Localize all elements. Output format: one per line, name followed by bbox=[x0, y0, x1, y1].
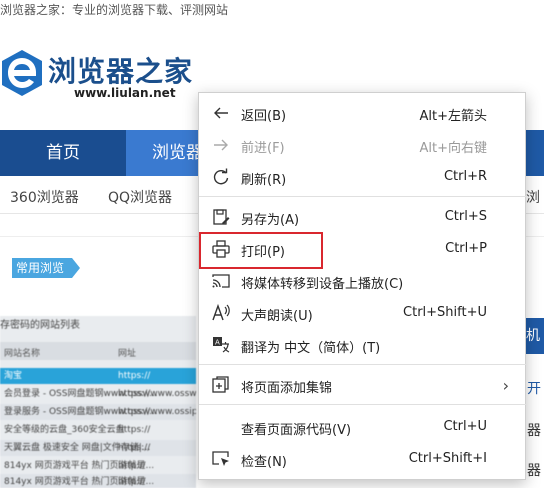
cast-icon bbox=[212, 274, 230, 288]
subnav-edge[interactable]: 浏 bbox=[526, 187, 540, 207]
menu-refresh-label: 刷新(R) bbox=[241, 173, 287, 188]
screenshot-thumbnail[interactable]: 存密码的网站列表 网站名称 网址 淘宝 https:// 会员登录 - OSS网盘… bbox=[0, 316, 196, 488]
thumb-row: 安全等级的云盘_360安全云盘 https:// bbox=[4, 425, 151, 435]
read-aloud-icon bbox=[212, 303, 230, 321]
menu-forward-label: 前进(F) bbox=[241, 141, 285, 156]
right-frag-browser: 器 bbox=[527, 423, 541, 439]
thumb-row: 会员登录 - OSS网盘题钢www.ossw... https://www.oss… bbox=[4, 389, 196, 399]
collections-icon bbox=[212, 376, 229, 393]
menu-back[interactable]: 返回(B) Alt+左箭头 bbox=[199, 97, 527, 129]
subnav-qq[interactable]: QQ浏览器 bbox=[108, 187, 172, 207]
right-frag-open[interactable]: 开 bbox=[527, 378, 544, 398]
menu-back-label: 返回(B) bbox=[241, 109, 287, 124]
thumb-col-name: 网站名称 bbox=[4, 349, 41, 359]
print-highlight-box bbox=[199, 232, 323, 269]
menu-add-collection-label: 将页面添加集锦 bbox=[241, 381, 333, 396]
context-menu: 返回(B) Alt+左箭头 前进(F) Alt+向右键 刷新(R) Ctrl+R… bbox=[198, 92, 527, 480]
menu-inspect-label: 检查(N) bbox=[241, 455, 287, 470]
thumb-header: 网站名称 网址 bbox=[0, 342, 196, 360]
menu-read-aloud[interactable]: 大声朗读(U) Ctrl+Shift+U bbox=[199, 297, 527, 329]
inspect-icon bbox=[212, 451, 229, 466]
menu-translate[interactable]: A 翻译为 中文（简体）(T) bbox=[199, 329, 527, 361]
menu-cast[interactable]: 将媒体转移到设备上播放(C) bbox=[199, 265, 527, 297]
menu-separator bbox=[199, 404, 527, 405]
thumb-col-url: 网址 bbox=[118, 349, 137, 359]
menu-print-shortcut: Ctrl+P bbox=[445, 241, 487, 256]
menu-add-collection[interactable]: 将页面添加集锦 › bbox=[199, 369, 527, 401]
subnav-360[interactable]: 360浏览器 bbox=[10, 187, 79, 207]
menu-save-as-shortcut: Ctrl+S bbox=[444, 209, 487, 224]
section-tag: 常用浏览 bbox=[12, 258, 81, 278]
thumb-row: 814yx 网页游戏平台 热门页游就是... http:// bbox=[4, 461, 155, 471]
thumb-row: 登录服务 - OSS网盘题钢www.ossw... https://www.oss… bbox=[0, 404, 196, 420]
logo-e-icon bbox=[2, 50, 42, 96]
menu-refresh[interactable]: 刷新(R) Ctrl+R bbox=[199, 161, 527, 193]
browser-page: 浏览器之家：专业的浏览器下载、评测网站 浏览器之家 www.liulan.net… bbox=[0, 0, 544, 488]
menu-forward-shortcut: Alt+向右键 bbox=[419, 141, 488, 156]
menu-view-source[interactable]: 查看页面源代码(V) Ctrl+U bbox=[199, 411, 527, 443]
thumb-row: 814yx 网页游戏平台 热门页游就是... http:// bbox=[0, 474, 196, 488]
menu-save-as[interactable]: 另存为(A) Ctrl+S bbox=[199, 201, 527, 233]
menu-refresh-shortcut: Ctrl+R bbox=[443, 169, 487, 184]
translate-icon: A bbox=[213, 337, 230, 353]
menu-view-source-shortcut: Ctrl+U bbox=[443, 419, 487, 434]
back-arrow-icon bbox=[214, 107, 228, 119]
menu-translate-label: 翻译为 中文（简体）(T) bbox=[241, 341, 381, 356]
site-notice: 浏览器之家：专业的浏览器下载、评测网站 bbox=[0, 3, 229, 17]
menu-inspect-shortcut: Ctrl+Shift+I bbox=[408, 451, 487, 466]
save-as-icon bbox=[213, 209, 230, 225]
thumb-title: 存密码的网站列表 bbox=[0, 320, 80, 331]
thumb-row: 淘宝 https:// bbox=[0, 368, 196, 384]
thumb-row: 天翼云盘 极速安全 网盘|文件存储|... https:// bbox=[0, 440, 196, 456]
menu-read-aloud-shortcut: Ctrl+Shift+U bbox=[403, 305, 487, 320]
menu-separator bbox=[199, 364, 527, 365]
menu-read-aloud-label: 大声朗读(U) bbox=[241, 309, 313, 324]
nav-home[interactable]: 首页 bbox=[0, 130, 126, 176]
nav-browser[interactable]: 浏览器 bbox=[126, 130, 206, 176]
menu-view-source-label: 查看页面源代码(V) bbox=[241, 423, 352, 438]
logo-url: www.liulan.net bbox=[74, 86, 176, 100]
site-logo[interactable]: 浏览器之家 www.liulan.net bbox=[0, 42, 200, 102]
menu-inspect[interactable]: 检查(N) Ctrl+Shift+I bbox=[199, 443, 527, 475]
forward-arrow-icon bbox=[214, 139, 228, 151]
logo-name: 浏览器之家 bbox=[48, 55, 194, 88]
menu-save-as-label: 另存为(A) bbox=[241, 213, 300, 228]
menu-forward[interactable]: 前进(F) Alt+向右键 bbox=[199, 129, 527, 161]
menu-back-shortcut: Alt+左箭头 bbox=[419, 109, 488, 124]
chevron-right-icon: › bbox=[502, 376, 509, 395]
right-frag-browser-2: 器 bbox=[527, 463, 541, 479]
menu-cast-label: 将媒体转移到设备上播放(C) bbox=[241, 277, 404, 292]
menu-separator bbox=[199, 196, 527, 197]
right-download-bar[interactable]: 机 bbox=[524, 318, 544, 354]
svg-text:A: A bbox=[215, 339, 220, 347]
refresh-icon bbox=[213, 168, 229, 185]
